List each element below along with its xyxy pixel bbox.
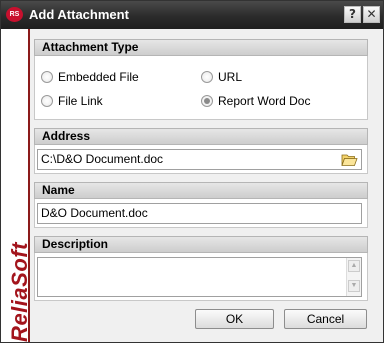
radio-button-selected[interactable] — [201, 95, 213, 107]
description-scrollbar[interactable]: ▲ ▼ — [346, 258, 361, 296]
radio-label: URL — [218, 70, 243, 84]
attachment-type-header: Attachment Type — [34, 39, 368, 56]
brand-sidebar: ReliaSoft — [1, 29, 32, 342]
description-header: Description — [34, 236, 368, 253]
reliasoft-logo-icon: RS — [6, 7, 23, 22]
radio-label: Report Word Doc — [218, 94, 311, 108]
radio-button[interactable] — [201, 71, 213, 83]
reliasoft-brand-label: ReliaSoft — [7, 242, 32, 342]
radio-button[interactable] — [41, 71, 53, 83]
dialog-title: Add Attachment — [29, 7, 129, 22]
radio-button[interactable] — [41, 95, 53, 107]
radio-file-link[interactable]: File Link — [41, 94, 103, 108]
radio-report-word-doc[interactable]: Report Word Doc — [201, 94, 310, 108]
add-attachment-dialog: RS Add Attachment ? ✕ ReliaSoft Attachme… — [0, 0, 384, 343]
scroll-down-icon[interactable]: ▼ — [348, 280, 360, 292]
radio-label: Embedded File — [58, 70, 139, 84]
address-field[interactable]: C:\D&O Document.doc — [37, 149, 362, 170]
radio-url[interactable]: URL — [201, 70, 242, 84]
name-header: Name — [34, 182, 368, 199]
description-textarea[interactable] — [37, 257, 362, 297]
help-button[interactable]: ? — [344, 6, 361, 23]
address-header: Address — [34, 128, 368, 145]
radio-label: File Link — [58, 94, 103, 108]
scroll-up-icon[interactable]: ▲ — [348, 260, 360, 272]
ok-button[interactable]: OK — [195, 309, 274, 329]
radio-embedded-file[interactable]: Embedded File — [41, 70, 139, 84]
cancel-button[interactable]: Cancel — [284, 309, 367, 329]
name-field[interactable]: D&O Document.doc — [37, 203, 362, 224]
folder-open-icon — [341, 154, 358, 166]
browse-button[interactable] — [339, 150, 360, 169]
close-button[interactable]: ✕ — [363, 6, 380, 23]
title-bar[interactable]: RS Add Attachment ? ✕ — [1, 1, 383, 29]
attachment-type-panel — [34, 56, 368, 120]
